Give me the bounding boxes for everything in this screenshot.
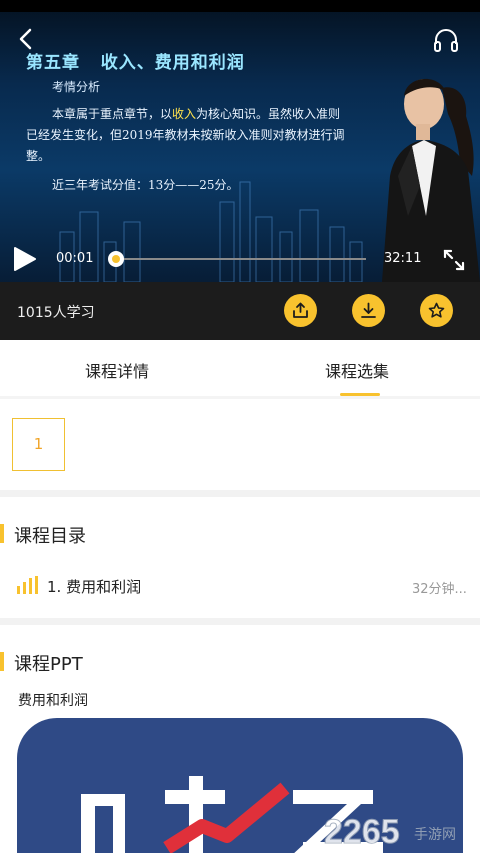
fullscreen-button[interactable] — [442, 248, 466, 272]
svg-text:手游网: 手游网 — [414, 827, 456, 843]
ppt-header: 课程PPT — [0, 650, 200, 675]
section-divider — [0, 618, 480, 625]
ppt-title: 课程PPT — [14, 654, 83, 675]
tab-course-details[interactable]: 课程详情 — [85, 358, 149, 382]
tab-course-episodes[interactable]: 课程选集 — [325, 358, 389, 382]
total-time: 32:11 — [384, 251, 422, 266]
current-time: 00:01 — [56, 251, 94, 266]
play-button[interactable] — [11, 246, 37, 272]
slide-body-pre: 本章属于重点章节，以 — [52, 107, 173, 121]
episode-button[interactable]: 1 — [12, 418, 65, 471]
learner-count: 1015人学习 — [17, 305, 95, 321]
slide-subtitle: 考情分析 — [52, 80, 101, 94]
star-icon — [428, 302, 445, 318]
expand-icon — [443, 249, 465, 271]
lesson-duration: 32分钟... — [412, 582, 467, 597]
lesson-title: 1. 费用和利润 — [47, 578, 142, 596]
section-divider — [0, 490, 480, 497]
player-controls: 00:01 32:11 — [0, 240, 480, 280]
slide-body: 本章属于重点章节，以收入为核心知识。虽然收入准则已经发生变化，但2019年教材未… — [26, 104, 346, 167]
status-bar-strip — [0, 0, 480, 12]
slide-body-highlight: 收入 — [172, 107, 197, 121]
download-icon — [361, 302, 376, 318]
audio-mode-button[interactable] — [432, 26, 460, 54]
course-info-bar: 1015人学习 — [0, 282, 480, 340]
headphone-icon — [434, 29, 458, 52]
catalog-header: 课程目录 — [0, 522, 200, 547]
ppt-name: 费用和利润 — [18, 693, 88, 709]
share-button[interactable] — [284, 294, 317, 327]
catalog-title: 课程目录 — [14, 526, 86, 547]
video-player[interactable]: 第五章 收入、费用和利润 考情分析 本章属于重点章节，以收入为核心知识。虽然收入… — [0, 0, 480, 282]
section-accent-bar — [0, 652, 4, 671]
play-icon — [14, 247, 36, 271]
favorite-button[interactable] — [420, 294, 453, 327]
progress-track[interactable] — [116, 258, 366, 260]
download-button[interactable] — [352, 294, 385, 327]
site-watermark: 2265 手游网 — [324, 813, 456, 852]
divider — [0, 396, 480, 399]
lesson-item[interactable]: 1. 费用和利润 32分钟... — [0, 570, 480, 602]
slide-title: 第五章 收入、费用和利润 — [26, 53, 245, 73]
svg-text:2265: 2265 — [324, 813, 400, 851]
share-icon — [293, 302, 308, 318]
course-tabs: 课程详情 课程选集 — [0, 340, 480, 396]
progress-knob[interactable] — [108, 251, 125, 267]
chevron-left-icon — [19, 28, 32, 50]
section-accent-bar — [0, 524, 4, 543]
slide-score: 近三年考试分值：13分——25分。 — [52, 178, 239, 192]
playing-bars-icon — [17, 576, 38, 594]
